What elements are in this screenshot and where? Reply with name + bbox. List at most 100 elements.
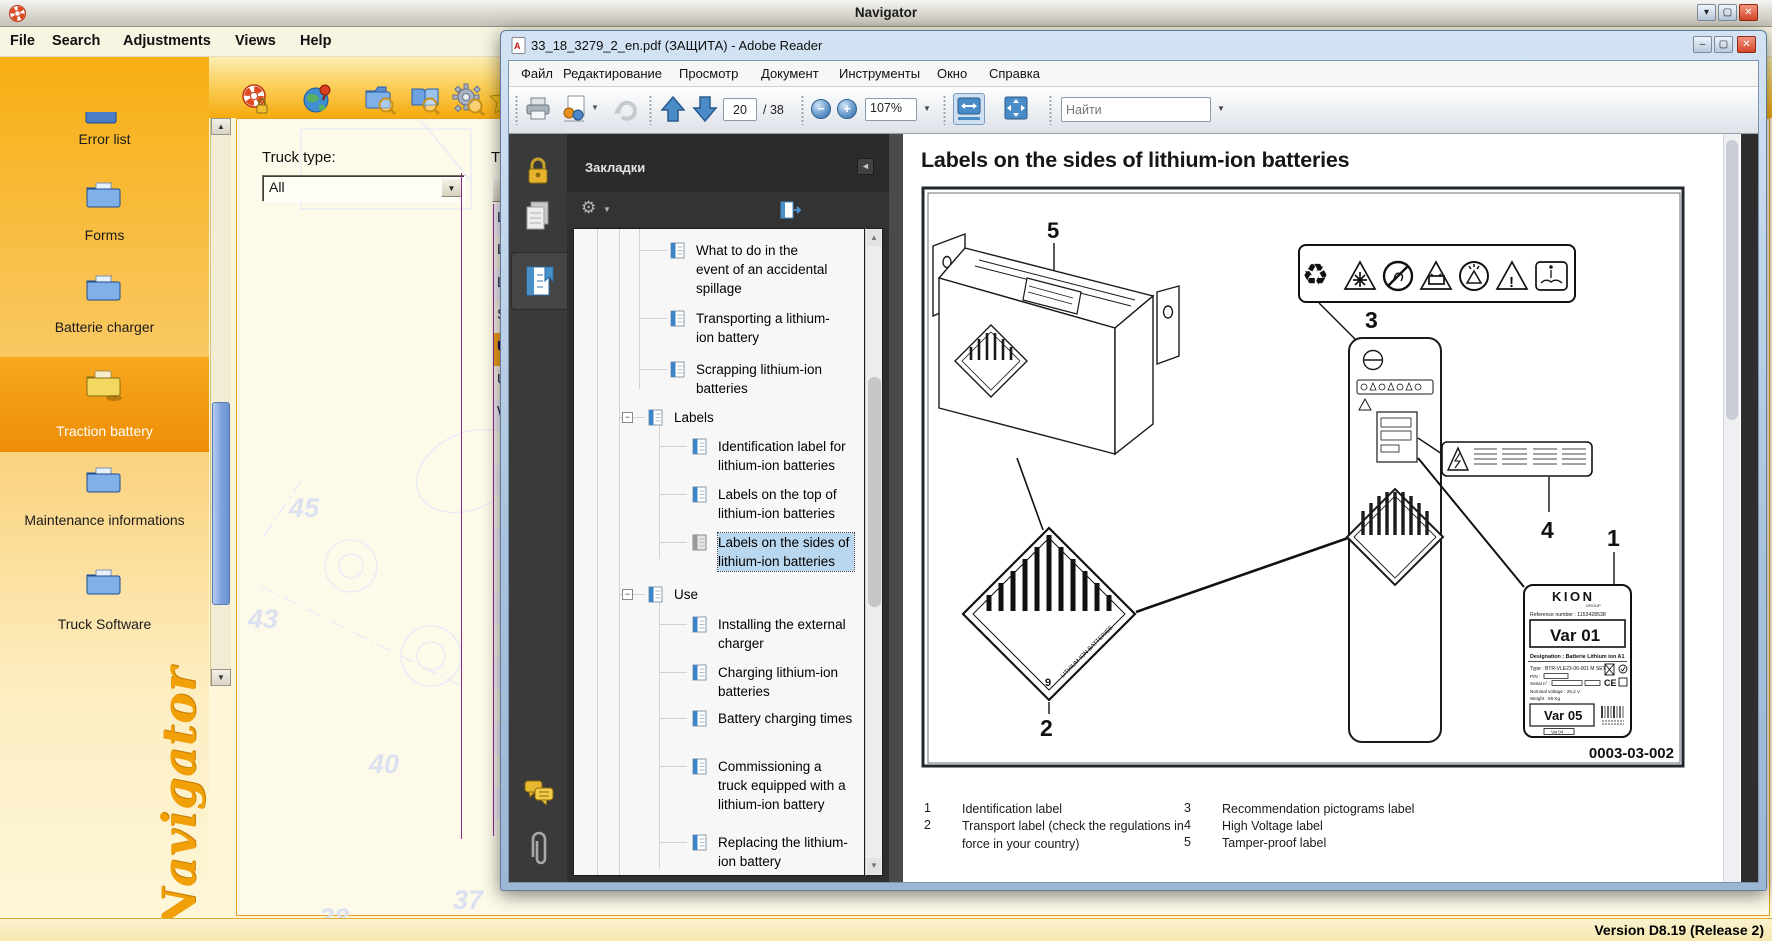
bookmark-page-icon: [648, 409, 663, 426]
navigator-titlebar: Navigator ▾ ▢ ✕: [0, 0, 1772, 27]
menu-tools-ru[interactable]: Инструменты: [839, 66, 920, 81]
scroll-down-button[interactable]: ▼: [211, 669, 231, 686]
menu-window-ru[interactable]: Окно: [937, 66, 967, 81]
find-dropdown-caret[interactable]: ▼: [1217, 104, 1225, 113]
zoom-out-button[interactable]: −: [811, 99, 831, 119]
bookmark-page-icon: [670, 361, 685, 378]
sidebar-item-truck-software[interactable]: Truck Software: [0, 616, 209, 632]
bookmarks-panel-tab-active[interactable]: [511, 252, 567, 310]
callout-4: 4: [1541, 517, 1554, 543]
navigator-minimize-button[interactable]: ▾: [1697, 4, 1716, 21]
kion-group-text: GROUP: [1586, 603, 1601, 608]
adobe-window-body: Файл Редактирование Просмотр Документ Ин…: [508, 60, 1759, 883]
fit-page-icon: [1001, 93, 1031, 123]
next-page-icon[interactable]: [691, 95, 719, 123]
high-voltage-label: [1442, 442, 1592, 476]
pages-panel-icon[interactable]: [524, 200, 552, 234]
menu-document-ru[interactable]: Документ: [761, 66, 819, 81]
pdf-document-pane[interactable]: Labels on the sides of lithium-ion batte…: [903, 134, 1741, 882]
find-input[interactable]: [1061, 97, 1211, 122]
scrollbar-thumb[interactable]: [868, 377, 881, 607]
menu-search[interactable]: Search: [52, 33, 100, 49]
settings-search-icon[interactable]: [451, 82, 485, 116]
adobe-maximize-button[interactable]: ▢: [1714, 36, 1733, 53]
menu-view-ru[interactable]: Просмотр: [679, 66, 738, 81]
zoom-level-field[interactable]: 107%: [865, 98, 917, 121]
legend-num-4: 4: [1184, 818, 1191, 832]
panel-splitter[interactable]: [889, 134, 903, 882]
menu-adjustments[interactable]: Adjustments: [123, 33, 211, 49]
dropdown-arrow-button[interactable]: ▼: [441, 178, 462, 197]
menu-views[interactable]: Views: [235, 33, 276, 49]
document-scrollbar[interactable]: [1723, 134, 1740, 882]
help-lock-icon[interactable]: [240, 83, 270, 115]
comments-icon[interactable]: [523, 779, 555, 807]
fit-width-button[interactable]: [953, 93, 985, 125]
folder-search-icon[interactable]: [364, 83, 396, 115]
menu-help[interactable]: Help: [300, 33, 331, 49]
legend-text-2: Transport label (check the regulations i…: [962, 818, 1188, 853]
collapse-expander-icon[interactable]: −: [622, 589, 633, 600]
sidebar-item-maintenance-informations[interactable]: Maintenance informations: [0, 512, 209, 528]
tree-guide-line: [659, 603, 660, 869]
fit-width-icon: [954, 94, 984, 124]
menu-file-ru[interactable]: Файл: [521, 66, 553, 81]
truck-type-value: All: [269, 179, 285, 195]
callout-5: 5: [1047, 218, 1059, 243]
previous-page-icon[interactable]: [659, 95, 687, 123]
serial-text: Serial n° :: [1530, 681, 1550, 686]
designation-text: Designation : Batterie Lithium ion A1: [1530, 654, 1624, 660]
version-text: Version D8.19 (Release 2): [1594, 922, 1764, 938]
sidebar-item-forms[interactable]: Forms: [0, 227, 209, 243]
book-search-icon[interactable]: [408, 83, 440, 115]
truck-type-dropdown[interactable]: All ▼: [262, 175, 465, 202]
print-icon[interactable]: [525, 97, 551, 121]
navigator-brand-watermark: Navigator: [152, 667, 206, 930]
toolbar-handle: [1049, 95, 1052, 125]
scrollbar-thumb[interactable]: [1726, 140, 1738, 420]
toolbar-handle: [801, 95, 804, 125]
folder-icon: [84, 566, 122, 599]
sidebar-item-batterie-charger[interactable]: Batterie charger: [0, 319, 209, 335]
bookmark-page-icon: [670, 242, 685, 259]
bookmarks-scrollbar[interactable]: ▲ ▼: [865, 228, 883, 876]
identification-label: KION GROUP Reference number : 1153428538…: [1524, 585, 1631, 737]
globe-icon[interactable]: [301, 83, 333, 115]
sidebar-scrollbar[interactable]: ▲ ▼: [210, 118, 231, 686]
sidebar-item-error-list[interactable]: Error list: [0, 131, 209, 147]
toolbar-handle: [649, 95, 652, 125]
scroll-up-button[interactable]: ▲: [867, 230, 881, 246]
type-text: Type : BTR-VLE23-06-001 M SET: [1530, 666, 1606, 672]
collapse-panel-button[interactable]: ◄: [857, 158, 874, 175]
bookmark-page-icon: [692, 438, 707, 455]
watermark-number: 40: [369, 749, 399, 780]
adobe-close-button[interactable]: ✕: [1737, 36, 1756, 53]
goto-bookmark-icon[interactable]: [779, 200, 803, 220]
adobe-minimize-button[interactable]: –: [1693, 36, 1712, 53]
fit-page-button[interactable]: [1001, 93, 1033, 125]
bookmarks-options-row: ⚙ ▼: [567, 192, 889, 228]
navigator-close-button[interactable]: ✕: [1739, 4, 1758, 21]
options-gear-icon[interactable]: ⚙: [581, 198, 596, 218]
collapse-expander-icon[interactable]: −: [622, 412, 633, 423]
scrollbar-thumb[interactable]: [212, 402, 230, 605]
page-number-input[interactable]: [723, 98, 757, 121]
navigator-maximize-button[interactable]: ▢: [1718, 4, 1737, 21]
reference-number-text: Reference number : 1153428538: [1530, 612, 1606, 618]
menu-edit-ru[interactable]: Редактирование: [563, 66, 662, 81]
scroll-up-button[interactable]: ▲: [211, 118, 231, 135]
zoom-dropdown-caret[interactable]: ▼: [923, 104, 931, 113]
sidebar-item-traction-battery[interactable]: Traction battery: [0, 357, 209, 452]
watermark-number: 37: [453, 885, 483, 916]
security-lock-icon[interactable]: [524, 156, 552, 188]
tree-guide-line: [597, 229, 598, 876]
menu-file[interactable]: File: [10, 33, 35, 49]
attachments-paperclip-icon[interactable]: [525, 829, 553, 871]
zoom-in-button[interactable]: +: [837, 99, 857, 119]
menu-help-ru[interactable]: Справка: [989, 66, 1040, 81]
navigation-strip: [509, 134, 567, 882]
share-review-icon[interactable]: [561, 95, 587, 123]
share-dropdown-caret[interactable]: ▼: [591, 103, 599, 112]
scroll-down-button[interactable]: ▼: [867, 858, 881, 874]
options-caret-icon[interactable]: ▼: [603, 205, 611, 214]
